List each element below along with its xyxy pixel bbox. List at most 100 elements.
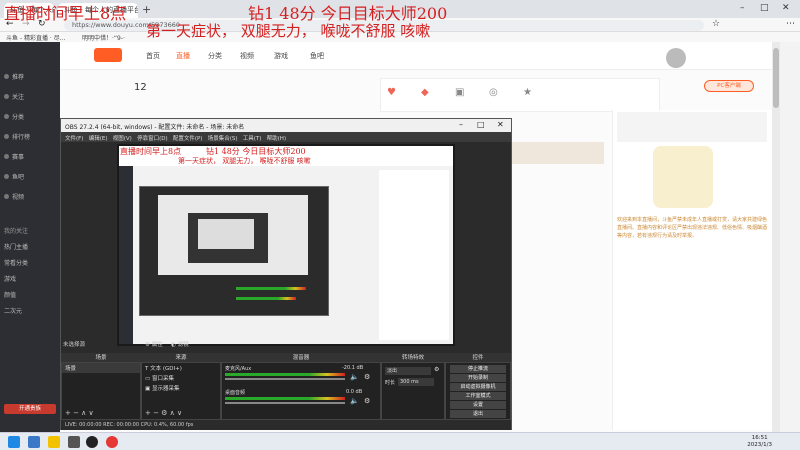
bookmark-item[interactable]: 斗鱼 - 精彩直播 · 尽... [6, 33, 65, 42]
douyu-logo[interactable] [94, 48, 122, 62]
game-app-icon[interactable] [68, 436, 80, 448]
avatar[interactable] [666, 48, 686, 68]
star-icon[interactable]: ☆ [712, 19, 720, 29]
sidebar-item-games[interactable]: 游戏 [4, 274, 16, 283]
chat-system-notice: 欢迎来到本直播间，斗鱼严禁未成年人直播或打赏，请大家共建绿色直播间。直播内容和评… [617, 217, 768, 239]
start-recording-button[interactable]: 开始录制 [450, 374, 506, 382]
obs-maximize-icon[interactable]: □ [477, 120, 485, 129]
obs-preview[interactable] [117, 144, 455, 346]
start-icon[interactable] [8, 436, 20, 448]
task-icon[interactable]: ▣ [455, 87, 464, 98]
obs-taskbar-icon[interactable] [86, 436, 98, 448]
source-item-window-capture[interactable]: ▭ 窗口采集 [142, 373, 220, 383]
sidebar-item-follow[interactable]: 关注 [4, 92, 24, 101]
sidebar-item-video[interactable]: 视频 [4, 192, 24, 201]
menu-icon[interactable]: ⋯ [786, 19, 795, 29]
sidebar-item-rank[interactable]: 排行榜 [4, 132, 30, 141]
studio-mode-button[interactable]: 工作室模式 [450, 392, 506, 400]
maximize-icon[interactable]: □ [760, 3, 769, 13]
nav-category[interactable]: 分类 [208, 51, 222, 61]
captured-audio-meter [236, 297, 296, 300]
system-clock[interactable]: 16:51 2023/1/3 [747, 435, 772, 449]
source-add-remove-controls[interactable]: + − ⚙ ∧ ∨ [145, 409, 182, 417]
sidebar-item-category[interactable]: 分类 [4, 112, 24, 121]
mic-gear-icon[interactable]: ⚙ [364, 373, 370, 381]
source-item-text[interactable]: T 文本 (GDI+) [142, 363, 220, 373]
display-capture-icon: ▣ [145, 386, 151, 392]
start-virtual-camera-button[interactable]: 启动虚拟摄像机 [450, 383, 506, 391]
file-explorer-icon[interactable] [48, 436, 60, 448]
obs-minimize-icon[interactable]: – [459, 120, 463, 129]
settings-button[interactable]: 设置 [450, 401, 506, 409]
sidebar-item-beauty[interactable]: 颜值 [4, 290, 16, 299]
rank-icon [4, 134, 9, 139]
stop-streaming-button[interactable]: 停止推流 [450, 365, 506, 373]
sidebar-item-frequent[interactable]: 常看分类 [4, 258, 28, 267]
scene-item[interactable]: 场景 [62, 363, 140, 373]
wallet-icon[interactable]: ◎ [489, 87, 498, 98]
nav-games[interactable]: 游戏 [274, 51, 288, 61]
mixer-track-desktop-name: 桌面音频 [225, 390, 246, 396]
mic-volume-slider[interactable] [225, 378, 345, 380]
duration-input[interactable]: 300 ms [398, 378, 434, 386]
bookmark-item[interactable]: 明明中惜！·“9-· [82, 33, 125, 42]
sources-dock: T 文本 (GDI+) ▭ 窗口采集 ▣ 显示器采集 + − ⚙ ∧ ∨ [141, 362, 221, 420]
new-tab-button[interactable]: + [142, 3, 151, 16]
obs-menu-docks[interactable]: 停靠窗口(D) [137, 136, 168, 142]
mixer-track-desktop-db: 0.0 dB [346, 389, 363, 395]
mixer-dock: 麦克风/Aux -20.1 dB 🔈 ⚙ 桌面音频 0.0 dB 🔈 ⚙ [221, 362, 381, 420]
scene-add-remove-controls[interactable]: + − ∧ ∨ [65, 409, 94, 417]
mixer-dock-title: 混音器 [221, 353, 381, 362]
obs-menu-profile[interactable]: 配置文件(P) [173, 136, 203, 142]
sidebar-item-recommend[interactable]: 推荐 [4, 72, 24, 81]
source-item-display-capture[interactable]: ▣ 显示器采集 [142, 383, 220, 393]
desktop-speaker-icon[interactable]: 🔈 [350, 397, 359, 405]
preview-overlay-stream-time: 直播时间早上8点 [120, 147, 182, 156]
obs-menu-scene-collection[interactable]: 场景集合(S) [208, 136, 238, 142]
preview-overlay-symptoms: 第一天症状， 双腿无力， 喉咙不舒服 咳嗽 [178, 157, 311, 165]
obs-menu-file[interactable]: 文件(F) [65, 136, 83, 142]
close-icon[interactable]: ✕ [782, 3, 790, 13]
open-noble-button[interactable]: 开通贵族 [4, 404, 56, 414]
mic-speaker-icon[interactable]: 🔈 [350, 373, 359, 381]
gift-icon[interactable]: ♥ [387, 87, 396, 98]
no-source-selected-label: 未选择源 [63, 342, 86, 348]
douyu-taskbar-icon[interactable] [106, 436, 118, 448]
properties-button[interactable]: ⚙ 属性 [145, 340, 163, 348]
obs-close-icon[interactable]: ✕ [497, 120, 504, 129]
filters-button[interactable]: ◐ 滤镜 [171, 340, 189, 348]
obs-menu-help[interactable]: 帮助(H) [267, 136, 286, 142]
nav-video[interactable]: 视频 [240, 51, 254, 61]
page-scrollbar[interactable] [772, 42, 780, 432]
overlay-stream-time: 直播时间早上8点 [4, 4, 127, 23]
sidebar-item-yuba[interactable]: 鱼吧 [4, 172, 24, 181]
clock-date: 2023/1/3 [747, 442, 772, 448]
pc-client-button[interactable]: PC客户端 [704, 80, 754, 92]
transition-select[interactable]: 淡出 [385, 367, 431, 375]
desktop-gear-icon[interactable]: ⚙ [364, 397, 370, 405]
room-level: 12 [134, 82, 147, 93]
scrollbar-thumb[interactable] [773, 48, 779, 108]
obs-menubar: 文件(F) 编辑(E) 视图(V) 停靠窗口(D) 配置文件(P) 场景集合(S… [61, 132, 511, 142]
nav-live[interactable]: 直播 [176, 51, 190, 61]
sidebar-item-acg[interactable]: 二次元 [4, 306, 22, 315]
nav-home[interactable]: 首页 [146, 51, 160, 61]
obs-menu-view[interactable]: 视图(V) [113, 136, 132, 142]
mascot-image [653, 146, 713, 208]
room-action-icons: ♥ ◆ ▣ ◎ ★ [380, 78, 660, 112]
edge-icon[interactable] [28, 436, 40, 448]
exit-button[interactable]: 退出 [450, 410, 506, 418]
obs-menu-edit[interactable]: 编辑(E) [89, 136, 108, 142]
desktop-volume-slider[interactable] [225, 402, 345, 404]
sources-dock-title: 来源 [141, 353, 221, 362]
nav-yuba[interactable]: 鱼吧 [310, 51, 324, 61]
banner-image[interactable] [508, 142, 604, 164]
fan-club-icon[interactable]: ★ [523, 87, 532, 98]
minimize-icon[interactable]: – [740, 3, 745, 13]
sidebar-item-hot-anchors[interactable]: 热门主播 [4, 242, 28, 251]
sidebar-item-events[interactable]: 赛事 [4, 152, 24, 161]
obs-menu-tools[interactable]: 工具(T) [243, 136, 262, 142]
transitions-dock: 淡出 ⚙ 时长 300 ms [381, 362, 445, 420]
transition-gear-icon[interactable]: ⚙ [434, 366, 439, 373]
share-icon[interactable]: ◆ [421, 87, 429, 98]
